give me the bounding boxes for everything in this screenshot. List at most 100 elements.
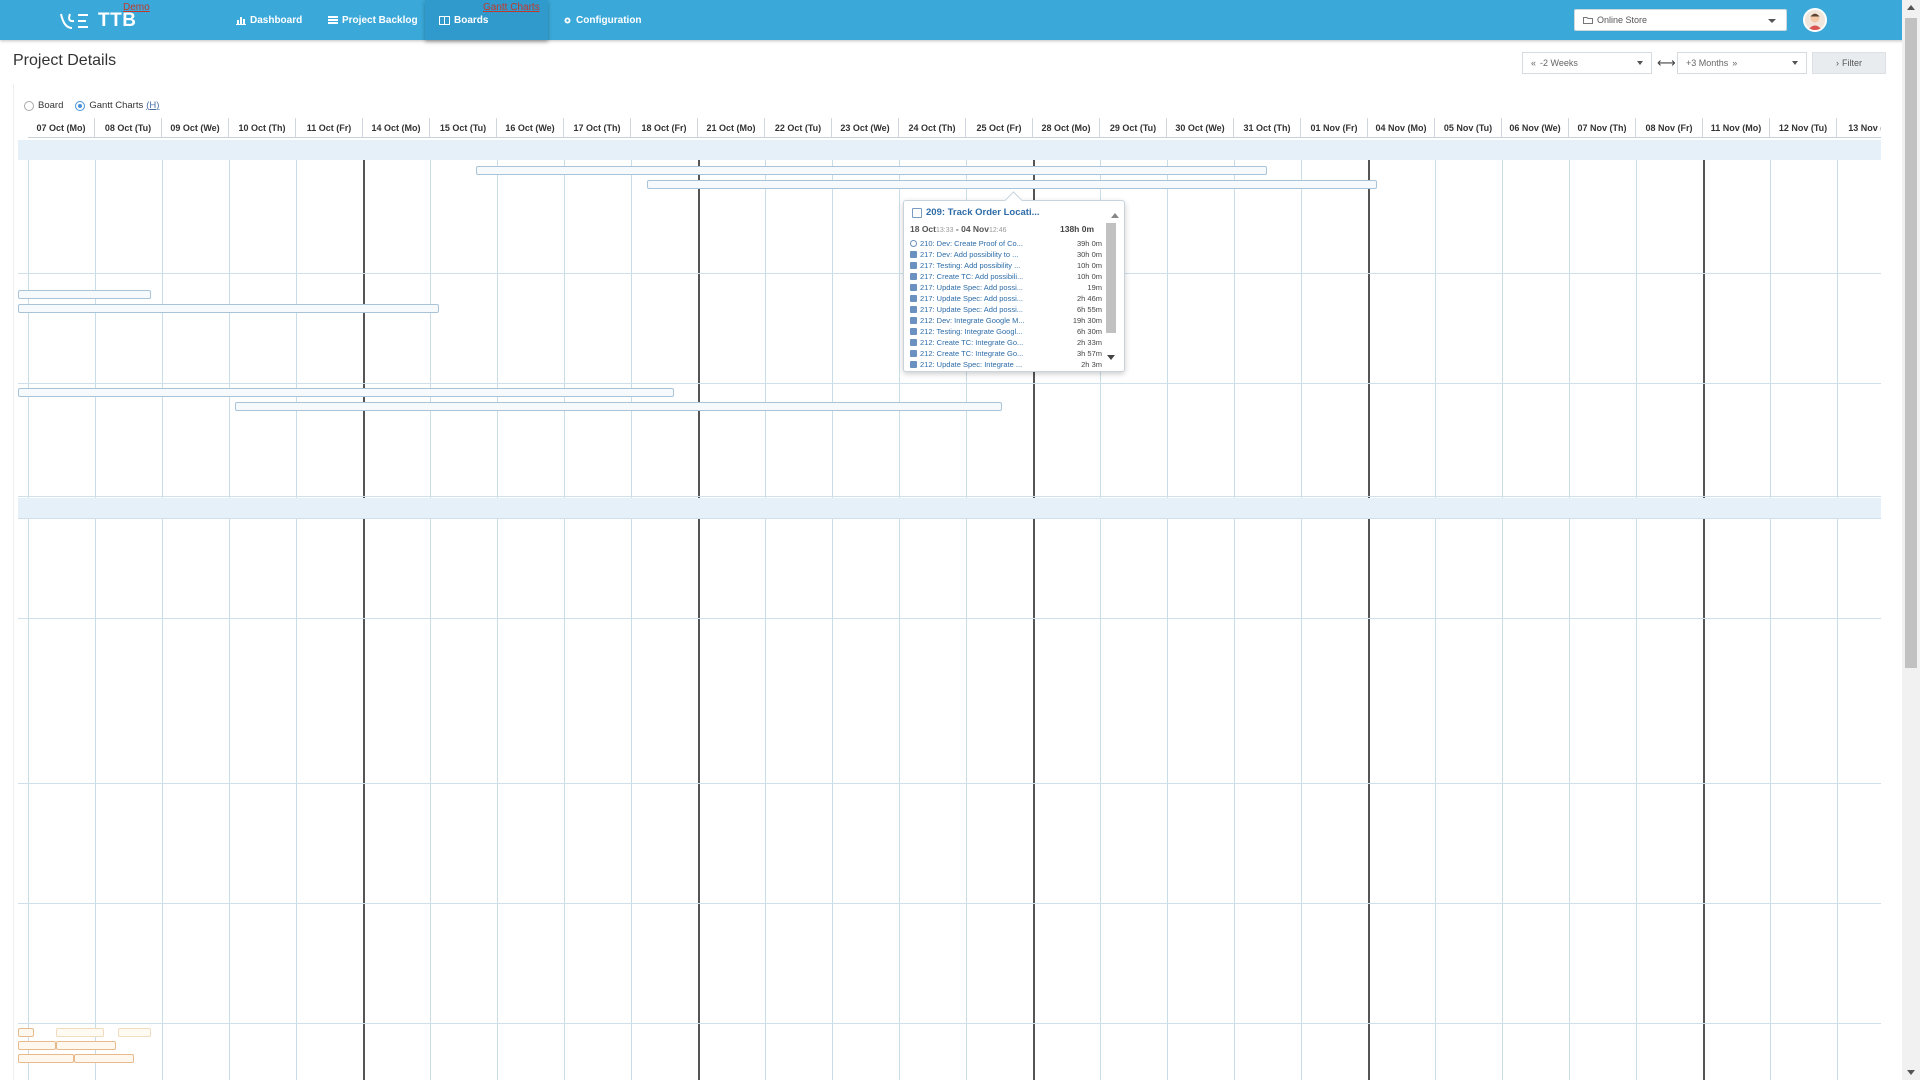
task-name: 217: Update Spec: Add possi... bbox=[920, 305, 1023, 314]
task-hours: 39h 0m bbox=[1076, 239, 1102, 248]
chevron-down-icon bbox=[1637, 61, 1643, 65]
day-divider bbox=[497, 140, 498, 1080]
gantt-radio-label[interactable]: Gantt Charts bbox=[89, 100, 143, 111]
tooltip-task-row[interactable]: 217: Testing: Add possibility ... 10h 0m bbox=[910, 260, 1102, 271]
gantt-bar[interactable] bbox=[18, 290, 151, 299]
nav-project-backlog[interactable]: Project Backlog bbox=[328, 0, 418, 40]
tooltip-task-row[interactable]: 210: Dev: Create Proof of Co... 39h 0m bbox=[910, 238, 1102, 249]
date-header: 30 Oct (We) bbox=[1167, 118, 1234, 138]
task-hours: 6h 30m bbox=[1076, 327, 1102, 336]
gantt-bar[interactable] bbox=[476, 166, 1267, 175]
date-header: 29 Oct (Tu) bbox=[1100, 118, 1167, 138]
project-select[interactable]: Online Store bbox=[1574, 9, 1787, 31]
demo-label[interactable]: Demo bbox=[123, 2, 150, 13]
task-tooltip: 209: Track Order Locati... 18 Oct13:33 -… bbox=[903, 191, 1125, 372]
gantt-bar[interactable] bbox=[18, 1028, 34, 1037]
gantt-bar[interactable] bbox=[18, 304, 439, 313]
task-hours: 2h 33m bbox=[1076, 338, 1102, 347]
week-divider bbox=[363, 140, 365, 1080]
nav-boards-label: Boards bbox=[454, 14, 489, 26]
tooltip-title[interactable]: 209: Track Order Locati... bbox=[912, 207, 1040, 218]
date-header: 01 Nov (Fr) bbox=[1301, 118, 1368, 138]
tooltip-task-row[interactable]: 212: Create TC: Integrate Go... 2h 33m bbox=[910, 337, 1102, 348]
tooltip-task-row[interactable]: 217: Dev: Add possibility to ... 30h 0m bbox=[910, 249, 1102, 260]
task-icon bbox=[910, 251, 917, 258]
day-divider bbox=[162, 140, 163, 1080]
day-divider bbox=[296, 140, 297, 1080]
scroll-up-icon[interactable] bbox=[1111, 213, 1119, 218]
scroll-down-icon[interactable] bbox=[1907, 1070, 1915, 1075]
gantt-bar[interactable] bbox=[18, 388, 674, 397]
week-divider bbox=[1703, 140, 1705, 1080]
nav-backlog-label: Project Backlog bbox=[342, 14, 418, 26]
page-title: Project Details bbox=[13, 52, 117, 69]
tooltip-task-row[interactable]: 217: Create TC: Add possibili... 10h 0m bbox=[910, 271, 1102, 282]
tooltip-task-row[interactable]: 212: Update Spec: Integrate ... 2h 3m bbox=[910, 359, 1102, 370]
double-chevron-left-icon: « bbox=[1531, 58, 1537, 68]
task-hours: 10h 0m bbox=[1076, 261, 1102, 270]
board-radio[interactable] bbox=[24, 100, 34, 111]
task-hours: 10h 0m bbox=[1076, 272, 1102, 281]
nav-configuration-label: Configuration bbox=[576, 14, 642, 26]
tooltip-task-row[interactable]: 212: Testing: Integrate Googl... 6h 30m bbox=[910, 326, 1102, 337]
tooltip-task-row[interactable]: 217: Update Spec: Add possi... 19m bbox=[910, 282, 1102, 293]
date-header: 16 Oct (We) bbox=[497, 118, 564, 138]
gantt-charts-label[interactable]: Gantt Charts bbox=[483, 2, 540, 13]
task-name: 217: Update Spec: Add possi... bbox=[920, 294, 1023, 303]
bar-chart-icon bbox=[236, 16, 246, 25]
tooltip-scrollbar[interactable] bbox=[1104, 209, 1119, 364]
sync-icon bbox=[910, 240, 917, 247]
task-name: 212: Create TC: Integrate Go... bbox=[920, 338, 1024, 347]
scroll-thumb[interactable] bbox=[1106, 223, 1116, 333]
task-icon bbox=[910, 317, 917, 324]
day-divider bbox=[1837, 140, 1838, 1080]
scroll-down-icon[interactable] bbox=[1107, 355, 1115, 360]
day-divider bbox=[1167, 140, 1168, 1080]
gantt-bar[interactable] bbox=[18, 1041, 56, 1050]
tooltip-task-row[interactable]: 212: Dev: Integrate Google M... 19h 30m bbox=[910, 315, 1102, 326]
day-divider bbox=[95, 140, 96, 1080]
board-radio-label[interactable]: Board bbox=[38, 100, 63, 111]
row-divider bbox=[18, 518, 1881, 519]
range-from-select[interactable]: « -2 Weeks bbox=[1522, 52, 1652, 74]
project-select-value: Online Store bbox=[1597, 15, 1648, 25]
gantt-bar[interactable] bbox=[235, 402, 1002, 411]
tooltip-task-row[interactable]: 217: Update Spec: Add possi... 6h 55m bbox=[910, 304, 1102, 315]
filter-button[interactable]: › Filter bbox=[1812, 52, 1886, 74]
day-divider bbox=[229, 140, 230, 1080]
tooltip-task-row[interactable]: 217: Update Spec: Add possi... 2h 46m bbox=[910, 293, 1102, 304]
scroll-up-icon[interactable] bbox=[1907, 5, 1915, 10]
gantt-bar[interactable] bbox=[74, 1054, 134, 1063]
scroll-thumb[interactable] bbox=[1905, 18, 1917, 668]
user-avatar[interactable] bbox=[1803, 8, 1827, 32]
page-scrollbar[interactable] bbox=[1902, 0, 1920, 1080]
date-header: 17 Oct (Th) bbox=[564, 118, 631, 138]
gantt-radio[interactable] bbox=[75, 100, 86, 111]
date-header: 21 Oct (Mo) bbox=[698, 118, 765, 138]
day-divider bbox=[1435, 140, 1436, 1080]
range-to-select[interactable]: +3 Months » bbox=[1677, 52, 1807, 74]
task-name: 217: Dev: Add possibility to ... bbox=[920, 250, 1019, 259]
gantt-bar[interactable] bbox=[56, 1041, 116, 1050]
gantt-bar[interactable] bbox=[118, 1028, 151, 1037]
date-header: 11 Nov (Mo) bbox=[1703, 118, 1770, 138]
gantt-bar[interactable] bbox=[56, 1028, 104, 1037]
tooltip-task-row[interactable]: 212: Create TC: Integrate Go... 3h 57m bbox=[910, 348, 1102, 359]
view-toggle: Board Gantt Charts (H) bbox=[24, 100, 159, 111]
task-icon bbox=[910, 350, 917, 357]
date-header: 18 Oct (Fr) bbox=[631, 118, 698, 138]
gantt-bar[interactable] bbox=[18, 1054, 74, 1063]
task-icon bbox=[910, 339, 917, 346]
filter-label: Filter bbox=[1842, 58, 1862, 68]
nav-configuration[interactable]: Configuration bbox=[563, 0, 642, 40]
range-from-value: -2 Weeks bbox=[1540, 58, 1578, 68]
week-divider bbox=[1368, 140, 1370, 1080]
gantt-bar[interactable] bbox=[647, 180, 1377, 189]
date-header: 11 Oct (Fr) bbox=[296, 118, 363, 138]
task-name: 217: Create TC: Add possibili... bbox=[920, 272, 1024, 281]
row-divider bbox=[18, 383, 1881, 384]
task-hours: 19m bbox=[1087, 283, 1102, 292]
date-header: 04 Nov (Mo) bbox=[1368, 118, 1435, 138]
date-header: 31 Oct (Th) bbox=[1234, 118, 1301, 138]
nav-dashboard[interactable]: Dashboard bbox=[236, 0, 302, 40]
